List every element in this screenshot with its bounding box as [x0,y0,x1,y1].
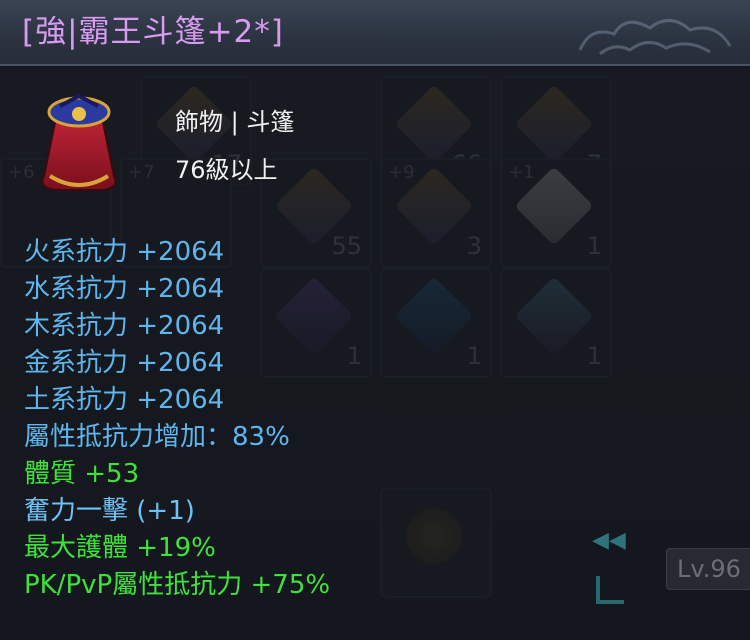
stat-line: 火系抗力 +2064 [24,237,225,267]
stat-line: 屬性抵抗力增加：83% [24,422,290,452]
level-badge: Lv.96 [666,548,750,590]
item-level-requirement: 76級以上 [175,156,278,184]
item-tooltip: 飾物 | 斗篷 76級以上 火系抗力 +2064 水系抗力 +2064 木系抗力… [0,66,750,640]
corner-bracket-icon [596,576,624,604]
item-stats-list: 火系抗力 +2064 水系抗力 +2064 木系抗力 +2064 金系抗力 +2… [24,234,330,604]
stat-line: 土系抗力 +2064 [24,385,225,415]
scroll-left-arrow-icon[interactable]: ◀◀ [592,528,626,558]
stat-line: PK/PvP屬性抵抗力 +75% [24,570,331,600]
stat-line: 最大護體 +19% [24,533,216,563]
red-cape-icon [41,93,117,191]
stat-line: 金系抗力 +2064 [24,348,225,378]
cloud-ornament-icon [578,19,732,56]
stat-line: 奮力一擊 (+1) [24,496,195,526]
stat-line: 木系抗力 +2064 [24,311,225,341]
stat-line: 體質 +53 [24,459,140,489]
item-title: [強|霸王斗篷+2*] [22,14,284,50]
item-type-label: 飾物 | 斗篷 [175,108,295,136]
tooltip-header: [強|霸王斗篷+2*] [0,0,750,66]
stat-line: 水系抗力 +2064 [24,274,225,304]
